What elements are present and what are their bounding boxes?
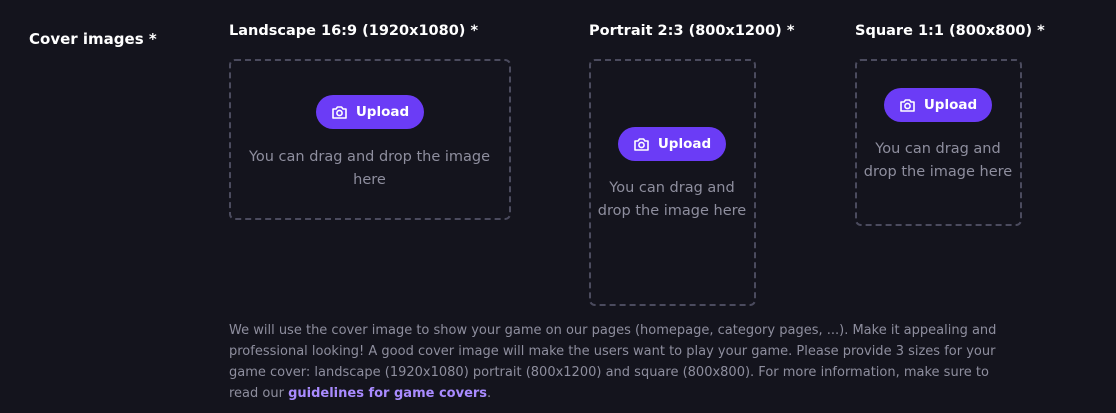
portrait-slot-title: Portrait 2:3 (800x1200) * <box>589 23 795 39</box>
landscape-dropzone[interactable]: Upload You can drag and drop the image h… <box>229 59 511 220</box>
camera-icon <box>331 104 348 120</box>
square-slot-title: Square 1:1 (800x800) * <box>855 23 1045 39</box>
field-label: Cover images * <box>29 30 157 48</box>
upload-label: Upload <box>355 104 410 120</box>
camera-icon <box>899 97 916 113</box>
portrait-dropzone[interactable]: Upload You can drag and drop the image h… <box>589 59 756 306</box>
upload-label: Upload <box>657 136 712 152</box>
upload-label: Upload <box>923 97 978 113</box>
square-dropzone[interactable]: Upload You can drag and drop the image h… <box>855 59 1022 226</box>
landscape-upload-button[interactable]: Upload <box>316 95 424 129</box>
landscape-slot-title: Landscape 16:9 (1920x1080) * <box>229 23 479 39</box>
square-upload-button[interactable]: Upload <box>884 88 992 122</box>
camera-icon <box>633 136 650 152</box>
drop-hint: You can drag and drop the image here <box>248 149 491 188</box>
portrait-upload-button[interactable]: Upload <box>618 127 726 161</box>
drop-hint: You can drag and drop the image here <box>863 141 1013 180</box>
guidelines-link[interactable]: guidelines for game covers <box>288 386 487 401</box>
help-text: We will use the cover image to show your… <box>229 320 1009 404</box>
cover-images-field: Cover images * Landscape 16:9 (1920x1080… <box>0 0 1116 413</box>
help-text-suffix: . <box>487 386 492 401</box>
drop-hint: You can drag and drop the image here <box>597 180 747 219</box>
